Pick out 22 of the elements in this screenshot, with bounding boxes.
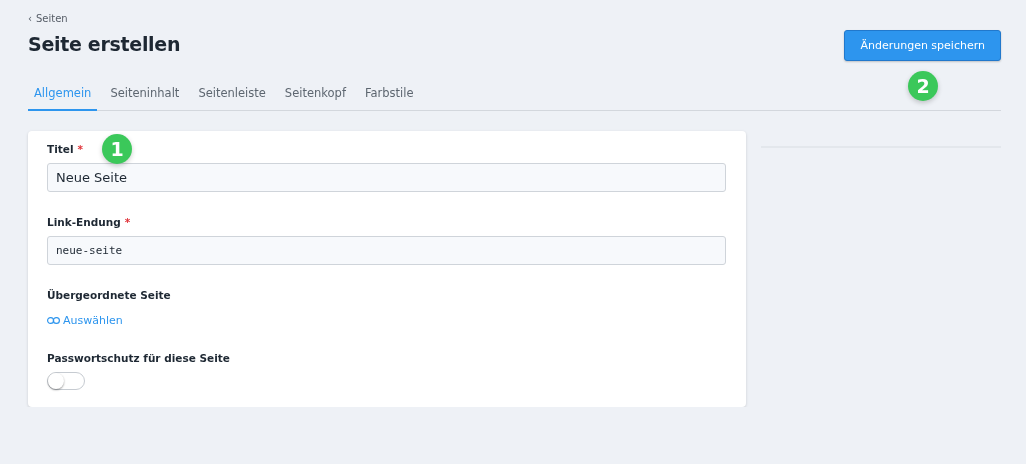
required-mark: * [77,143,83,155]
required-mark: * [124,216,131,228]
number-badge: 2 [908,71,938,101]
save-button[interactable]: Änderungen speichern [844,30,1001,61]
select-link[interactable]: Auswählen [47,314,123,327]
back-link[interactable]: ‹ Seiten [28,13,181,24]
field-label: Link-Endung [47,216,121,228]
tab[interactable]: Seitenkopf [278,78,352,111]
toggle-switch[interactable] [47,372,85,390]
page-title: Seite erstellen [28,33,181,55]
tab[interactable]: Seitenleiste [192,78,272,111]
tab[interactable]: Allgemein [28,78,98,111]
input-field[interactable]: Neue Seite [47,163,726,192]
chevron-icon: ‹ [28,13,32,24]
number-badge: 1 [102,134,132,164]
field-label: Titel [47,143,74,155]
link-icon [47,317,60,324]
input-field[interactable]: neue-seite [47,236,726,265]
field-label: Passwortschutz für diese Seite [47,352,230,364]
tab[interactable]: Seiteninhalt [104,78,186,111]
tab[interactable]: Farbstile [358,78,420,111]
field-label: Übergeordnete Seite [47,289,171,301]
